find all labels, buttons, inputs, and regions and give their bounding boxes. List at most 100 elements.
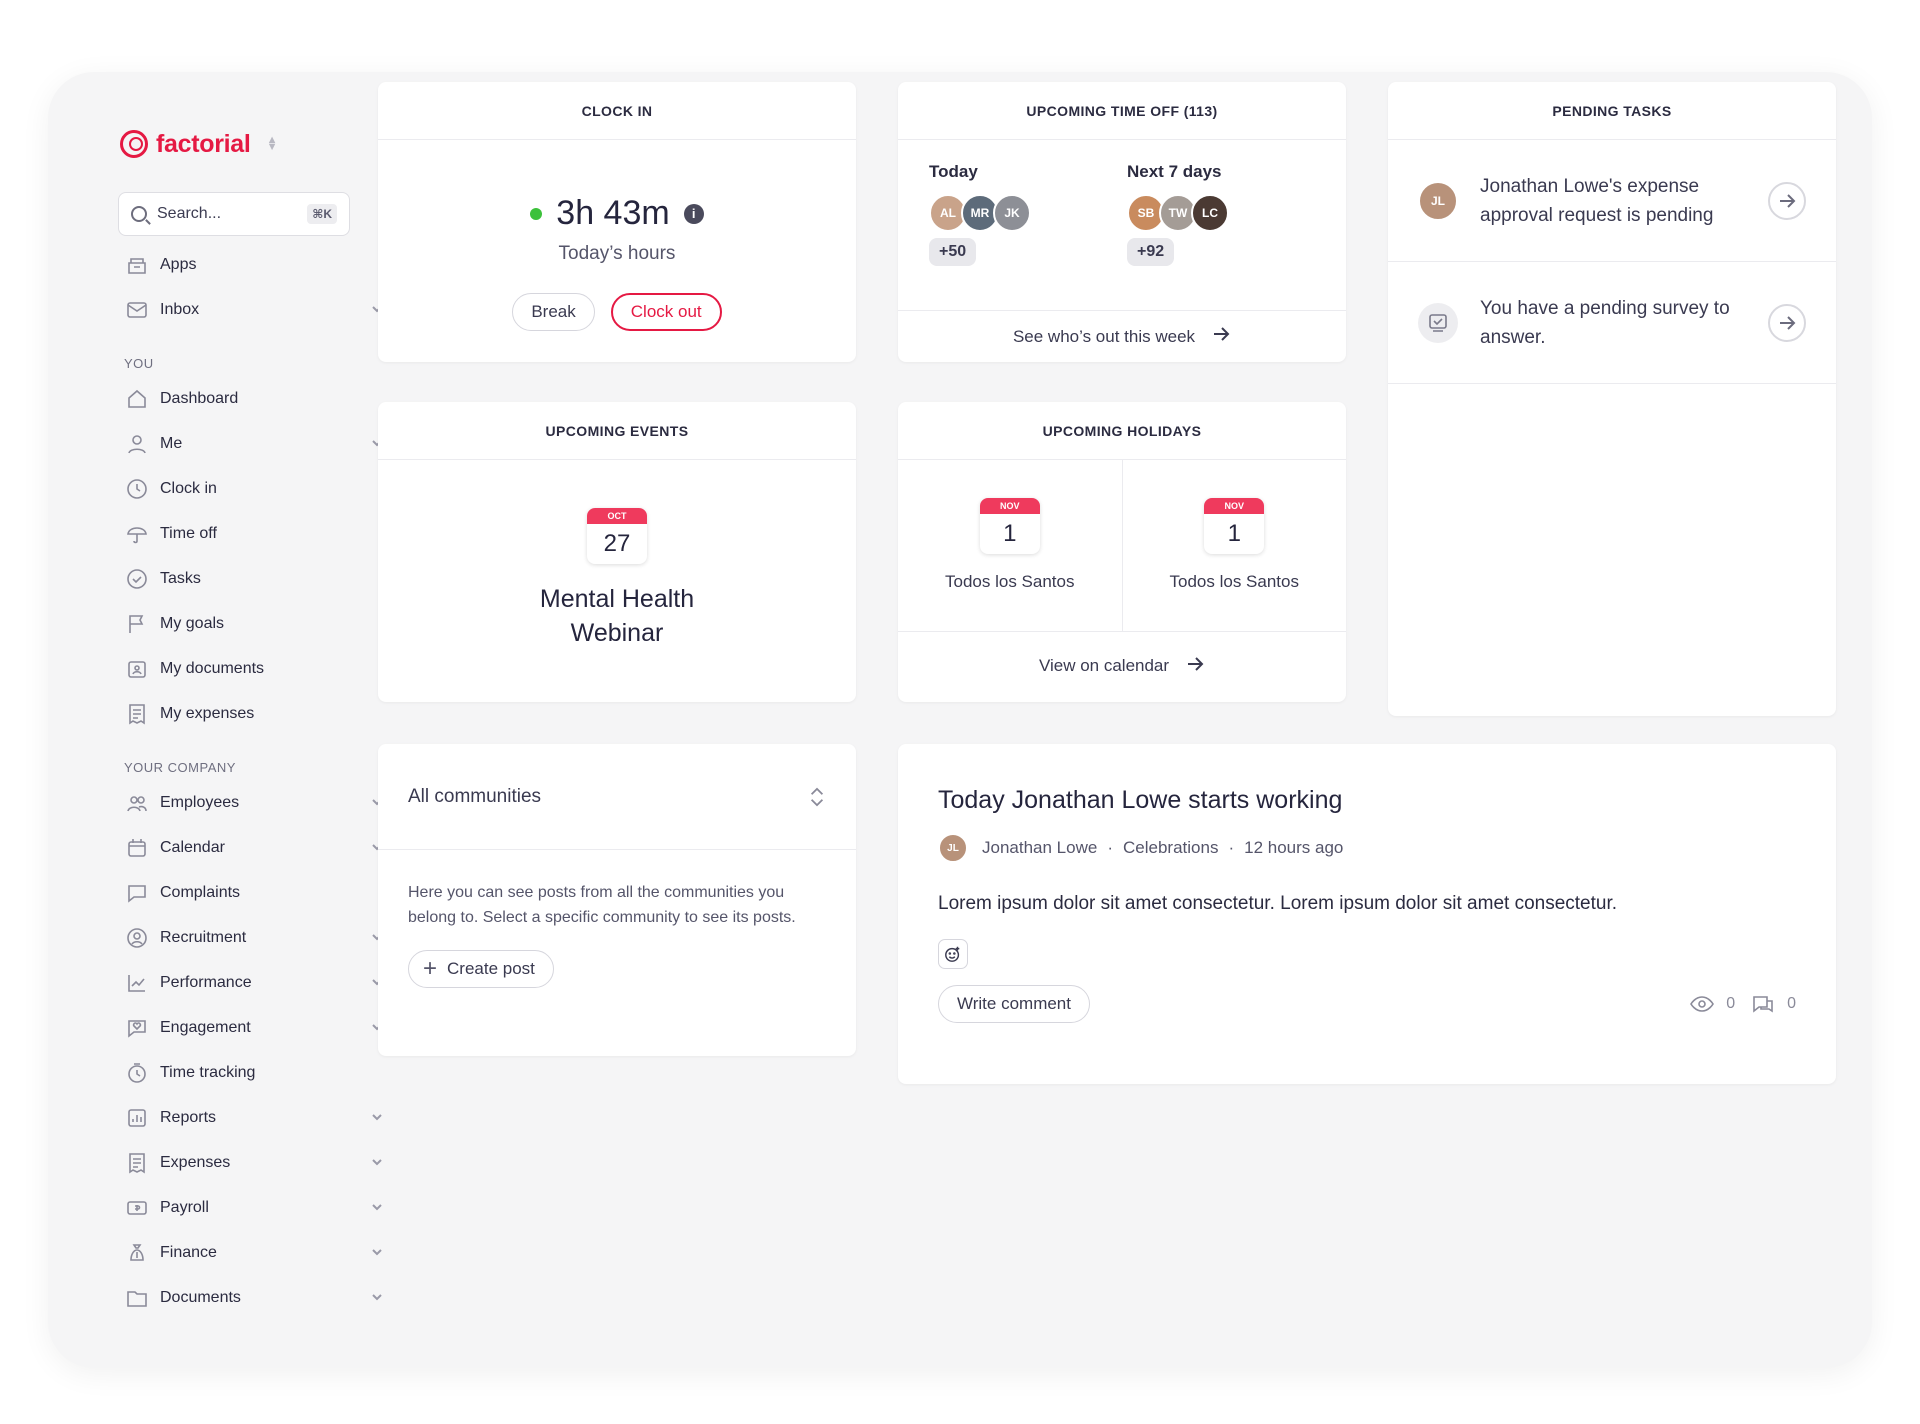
search-input[interactable]: Search... ⌘K: [118, 192, 350, 236]
money-bag-icon: [126, 1242, 148, 1264]
sidebar-item-documents[interactable]: Documents: [118, 1275, 398, 1320]
sidebar-item-label: Tasks: [160, 569, 201, 587]
event-name[interactable]: Mental Health Webinar: [517, 582, 717, 650]
task-item[interactable]: You have a pending survey to answer.: [1388, 262, 1836, 384]
holiday-calendar-icon: NOV 1: [979, 498, 1040, 554]
sidebar-item-label: Documents: [160, 1288, 241, 1306]
post-author[interactable]: Jonathan Lowe: [982, 838, 1097, 858]
chevron-down-icon[interactable]: [370, 1110, 384, 1129]
chevron-down-icon[interactable]: [370, 1245, 384, 1264]
sidebar-item-time-tracking[interactable]: Time tracking: [118, 1050, 398, 1095]
sidebar-item-clock-in[interactable]: Clock in: [118, 466, 398, 511]
holiday-item[interactable]: NOV 1 Todos los Santos: [898, 460, 1123, 631]
sidebar-item-label: Clock in: [160, 479, 217, 497]
search-placeholder: Search...: [157, 205, 222, 222]
switcher-icon[interactable]: ▲ ▼: [267, 135, 278, 153]
author-avatar[interactable]: JL: [938, 833, 968, 863]
post-community[interactable]: Celebrations: [1123, 838, 1218, 858]
sidebar-item-reports[interactable]: Reports: [118, 1095, 398, 1140]
sidebar-item-label: Payroll: [160, 1198, 209, 1216]
sidebar-item-performance[interactable]: Performance: [118, 960, 398, 1005]
today-more-badge[interactable]: +50: [929, 238, 977, 266]
sidebar-item-label: My documents: [160, 659, 265, 677]
arrow-right-icon[interactable]: [1768, 181, 1806, 220]
nav-company: Employees Calendar Complaints Recruitment Pe…: [118, 780, 398, 1320]
timer-icon: [126, 1062, 148, 1084]
comments-count: 0: [1787, 995, 1796, 1012]
view-calendar-link[interactable]: View on calendar: [898, 632, 1346, 700]
sidebar-item-inbox[interactable]: Inbox: [118, 287, 398, 332]
create-post-label: Create post: [447, 959, 535, 978]
community-selector-label: All communities: [408, 785, 542, 807]
clock-icon: [126, 478, 148, 500]
see-whos-out-link[interactable]: See who’s out this week: [898, 310, 1346, 362]
sidebar-item-label: Me: [160, 434, 183, 452]
sidebar-item-label: My goals: [160, 614, 225, 632]
sidebar-item-apps[interactable]: Apps: [118, 242, 398, 287]
post-body: Lorem ipsum dolor sit amet consectetur. …: [938, 893, 1618, 914]
sidebar-item-payroll[interactable]: Payroll: [118, 1185, 398, 1230]
today-avatars[interactable]: AL MR JK: [929, 194, 1127, 232]
factorial-logo-icon: [120, 130, 148, 158]
chevron-up-down-icon: [808, 785, 826, 809]
sidebar-item-time-off[interactable]: Time off: [118, 511, 398, 556]
create-post-button[interactable]: + Create post: [408, 950, 554, 988]
arrow-right-icon[interactable]: [1768, 303, 1806, 342]
sidebar-item-my-documents[interactable]: My documents: [118, 646, 398, 691]
sidebar-item-label: Performance: [160, 973, 252, 991]
add-reaction-icon[interactable]: [938, 939, 968, 969]
sidebar-item-complaints[interactable]: Complaints: [118, 870, 398, 915]
write-comment-button[interactable]: Write comment: [938, 985, 1090, 1023]
sidebar-item-me[interactable]: Me: [118, 421, 398, 466]
next-more-badge[interactable]: +92: [1127, 238, 1175, 266]
community-selector[interactable]: All communities: [378, 744, 856, 850]
nav-you: Dashboard Me Clock in Time off Tasks My goals…: [118, 376, 398, 736]
post-time: 12 hours ago: [1244, 838, 1344, 857]
break-button[interactable]: Break: [512, 293, 595, 331]
chevron-down-icon[interactable]: [370, 1200, 384, 1219]
sidebar-item-recruitment[interactable]: Recruitment: [118, 915, 398, 960]
sidebar-item-calendar[interactable]: Calendar: [118, 825, 398, 870]
next-avatars[interactable]: SB TW LC: [1127, 194, 1229, 232]
holiday-day: 1: [1003, 520, 1017, 547]
holiday-month: NOV: [979, 498, 1040, 514]
sidebar-item-finance[interactable]: Finance: [118, 1230, 398, 1275]
upcoming-holidays-card: UPCOMING HOLIDAYS NOV 1 Todos los Santos…: [898, 402, 1346, 702]
search-icon: [131, 206, 147, 222]
post-title[interactable]: Today Jonathan Lowe starts working: [898, 744, 1836, 815]
separator-dot: ·: [1107, 838, 1113, 857]
holiday-month: NOV: [1204, 498, 1265, 514]
task-item[interactable]: JL Jonathan Lowe's expense approval requ…: [1388, 140, 1836, 262]
folder-icon: [126, 1287, 148, 1309]
sidebar: factorial ▲ ▼ Search... ⌘K Apps Inbox YOU …: [118, 122, 398, 1320]
info-icon[interactable]: i: [683, 203, 704, 224]
chart-icon: [126, 972, 148, 994]
sidebar-item-dashboard[interactable]: Dashboard: [118, 376, 398, 421]
clock-out-button[interactable]: Clock out: [610, 293, 722, 331]
sidebar-item-employees[interactable]: Employees: [118, 780, 398, 825]
holiday-day: 1: [1227, 520, 1241, 547]
app-frame: factorial ▲ ▼ Search... ⌘K Apps Inbox YOU …: [48, 72, 1872, 1368]
survey-icon: [1418, 302, 1458, 343]
sidebar-item-label: Time tracking: [160, 1063, 256, 1081]
section-you: YOU: [124, 355, 154, 371]
app-logo[interactable]: factorial ▲ ▼: [118, 122, 398, 166]
post-card: Today Jonathan Lowe starts working JL Jo…: [898, 744, 1836, 1084]
chevron-down-icon[interactable]: [370, 1290, 384, 1309]
sidebar-item-label: Expenses: [160, 1153, 231, 1171]
sidebar-item-expenses[interactable]: Expenses: [118, 1140, 398, 1185]
pending-tasks-card: PENDING TASKS JL Jonathan Lowe's expense…: [1388, 82, 1836, 716]
chevron-down-icon[interactable]: [370, 1155, 384, 1174]
link-label: See who’s out this week: [1012, 326, 1196, 346]
document-icon: [126, 658, 148, 680]
sidebar-item-my-expenses[interactable]: My expenses: [118, 691, 398, 736]
sidebar-item-tasks[interactable]: Tasks: [118, 556, 398, 601]
holiday-item[interactable]: NOV 1 Todos los Santos: [1123, 460, 1347, 631]
avatar: JL: [1418, 180, 1458, 221]
inbox-icon: [126, 299, 148, 321]
user-icon: [126, 433, 148, 455]
sidebar-item-engagement[interactable]: Engagement: [118, 1005, 398, 1050]
sidebar-item-my-goals[interactable]: My goals: [118, 601, 398, 646]
sidebar-item-label: Calendar: [160, 838, 225, 856]
upcoming-events-card: UPCOMING EVENTS OCT 27 Mental Health Web…: [378, 402, 856, 702]
